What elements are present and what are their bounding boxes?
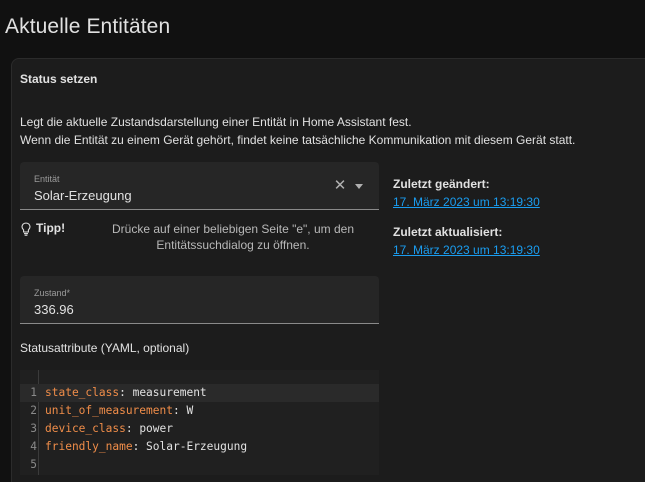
last-changed-link[interactable]: 17. März 2023 um 13:19:30 (393, 195, 540, 209)
yaml-key: unit_of_measurement (45, 404, 173, 417)
state-field-value[interactable]: 336.96 (34, 302, 74, 317)
yaml-key: device_class (45, 422, 126, 435)
line-number: 1 (30, 386, 37, 399)
yaml-editor[interactable]: 1 state_class: measurement 2 unit_of_mea… (20, 370, 379, 475)
yaml-value: power (139, 422, 173, 435)
yaml-key: friendly_name (45, 440, 133, 453)
last-updated-label: Zuletzt aktualisiert: (393, 225, 503, 239)
last-changed-label: Zuletzt geändert: (393, 177, 490, 191)
description-line-1: Legt die aktuelle Zustandsdarstellung ei… (20, 115, 412, 129)
card-title: Status setzen (20, 72, 98, 86)
yaml-key: state_class (45, 386, 120, 399)
line-number: 4 (30, 440, 37, 453)
code-line[interactable]: 1 state_class: measurement (20, 384, 379, 402)
code-line[interactable]: 5 (20, 456, 379, 474)
chevron-down-icon[interactable] (355, 184, 363, 189)
yaml-value: W (186, 404, 194, 417)
line-number: 3 (30, 422, 37, 435)
close-icon[interactable]: ✕ (333, 178, 347, 193)
tip-text: Drücke auf einer beliebigen Seite "e", u… (112, 222, 354, 252)
line-number: 5 (30, 458, 37, 471)
state-field[interactable]: Zustand* 336.96 (20, 276, 379, 324)
yaml-value: measurement (132, 386, 207, 399)
page-title: Aktuelle Entitäten (5, 15, 171, 38)
line-number: 2 (30, 404, 37, 417)
last-updated-link[interactable]: 17. März 2023 um 13:19:30 (393, 243, 540, 257)
entity-picker[interactable]: Entität Solar-Erzeugung ✕ (20, 162, 379, 210)
code-line[interactable]: 3 device_class: power (20, 420, 379, 438)
code-line[interactable]: 2 unit_of_measurement: W (20, 402, 379, 420)
code-line[interactable]: 4 friendly_name: Solar-Erzeugung (20, 438, 379, 456)
entity-field-label: Entität (34, 174, 60, 184)
lightbulb-icon (21, 222, 31, 236)
tip-label: Tipp! (36, 221, 66, 235)
description-line-2: Wenn die Entität zu einem Gerät gehört, … (20, 133, 576, 147)
yaml-value: Solar-Erzeugung (146, 440, 248, 453)
set-state-card: Status setzen Legt die aktuelle Zustands… (11, 58, 645, 482)
entity-field-value[interactable]: Solar-Erzeugung (34, 188, 132, 203)
state-field-label: Zustand* (34, 288, 71, 298)
attributes-label: Statusattribute (YAML, optional) (20, 341, 190, 355)
